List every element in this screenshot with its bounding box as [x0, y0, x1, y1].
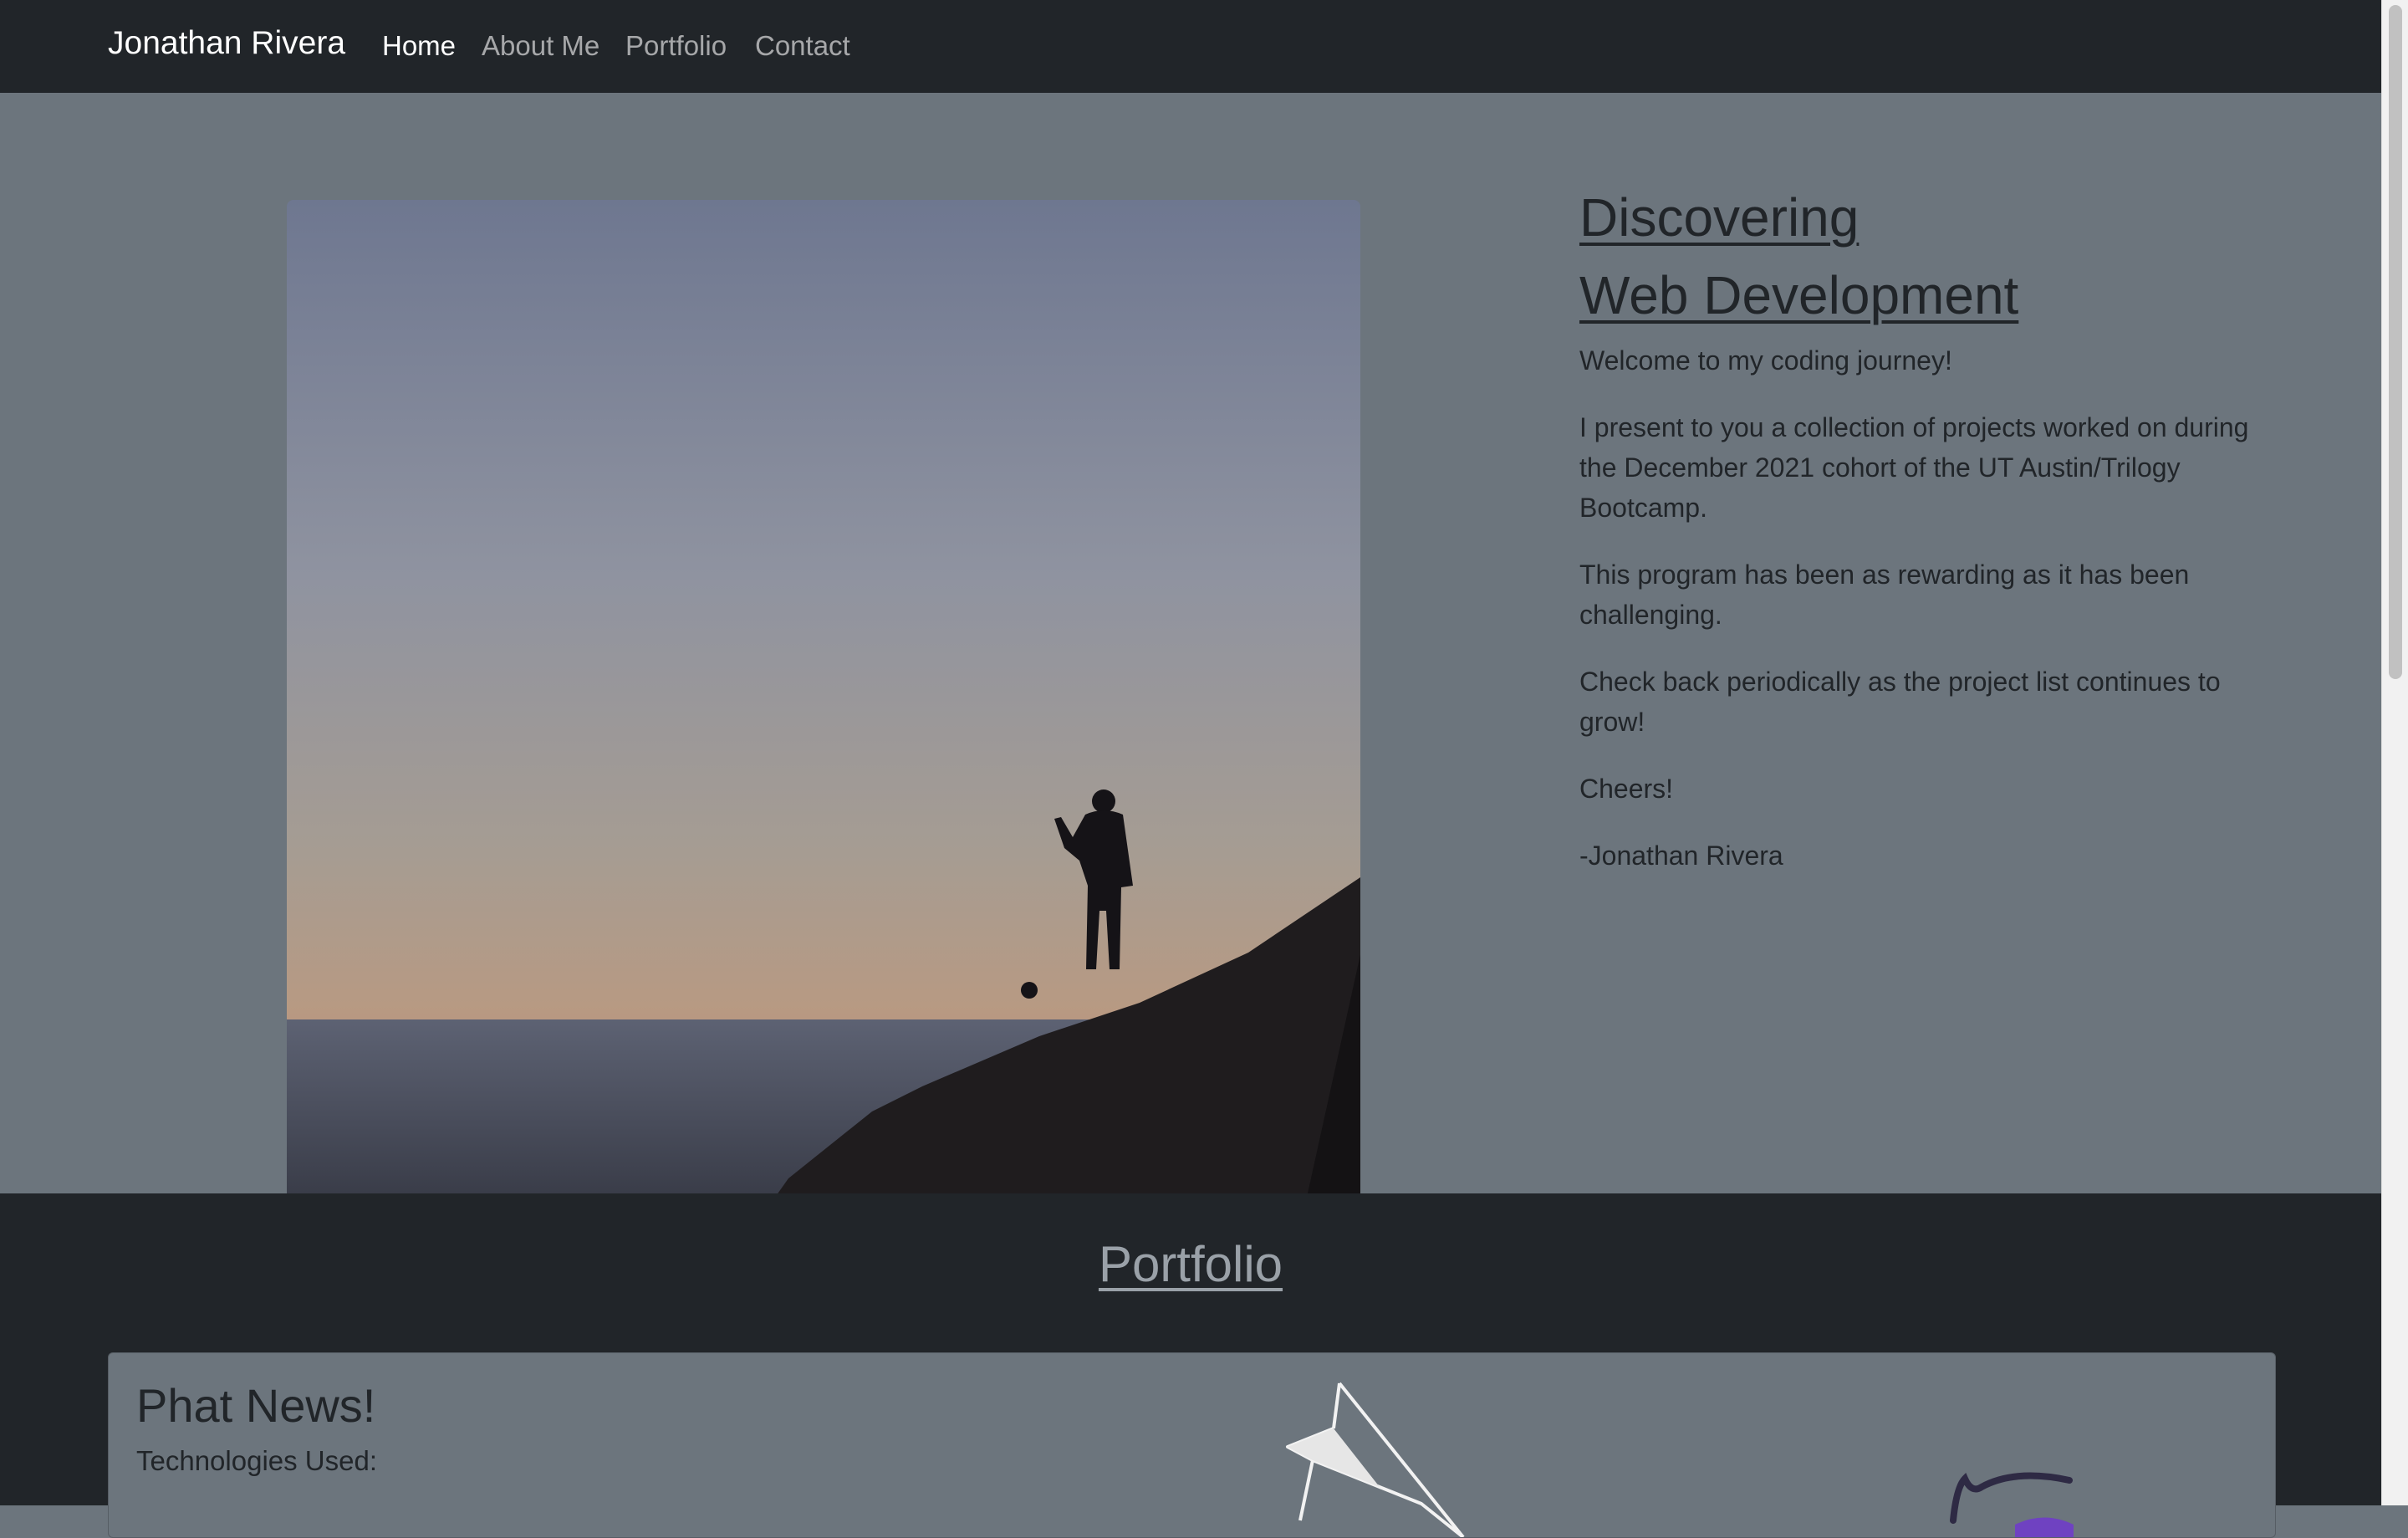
nav-link-contact[interactable]: Contact: [755, 30, 850, 62]
hero-paragraph-intro: I present to you a collection of project…: [1579, 412, 2249, 523]
navbar: Jonathan Rivera Home About Me Portfolio …: [0, 0, 2381, 93]
hero-section: Discovering Web Development Welcome to m…: [0, 93, 2381, 1273]
card-technologies-label: Technologies Used:: [136, 1445, 378, 1476]
scrollbar-thumb[interactable]: [2389, 5, 2402, 679]
hero-signature: -Jonathan Rivera: [1579, 841, 1783, 871]
nav-link-portfolio[interactable]: Portfolio: [625, 30, 727, 62]
nav-link-home[interactable]: Home: [382, 30, 456, 62]
hero-paragraph-check-back: Check back periodically as the project l…: [1579, 667, 2221, 737]
hero-paragraph-cheers: Cheers!: [1579, 774, 1674, 804]
portfolio-section: Portfolio Phat News! Technologies Used:: [0, 1193, 2381, 1538]
card-title: Phat News!: [136, 1379, 376, 1432]
scrollbar[interactable]: [2381, 0, 2408, 1505]
nav-link-about-me[interactable]: About Me: [482, 30, 599, 62]
portfolio-heading[interactable]: Portfolio: [0, 1235, 2381, 1293]
paper-plane-and-cat-icon: [1286, 1382, 2074, 1537]
hero-paragraph-welcome: Welcome to my coding journey!: [1579, 345, 1952, 376]
hero-title-line-2: Web Development: [1579, 265, 2019, 325]
navbar-brand[interactable]: Jonathan Rivera: [108, 25, 345, 62]
hero-paragraph-program: This program has been as rewarding as it…: [1579, 560, 2190, 630]
hero-title-line-1: Discovering: [1579, 187, 1860, 248]
hero-photo: [287, 200, 1360, 1273]
project-card[interactable]: Phat News! Technologies Used:: [108, 1352, 2276, 1538]
